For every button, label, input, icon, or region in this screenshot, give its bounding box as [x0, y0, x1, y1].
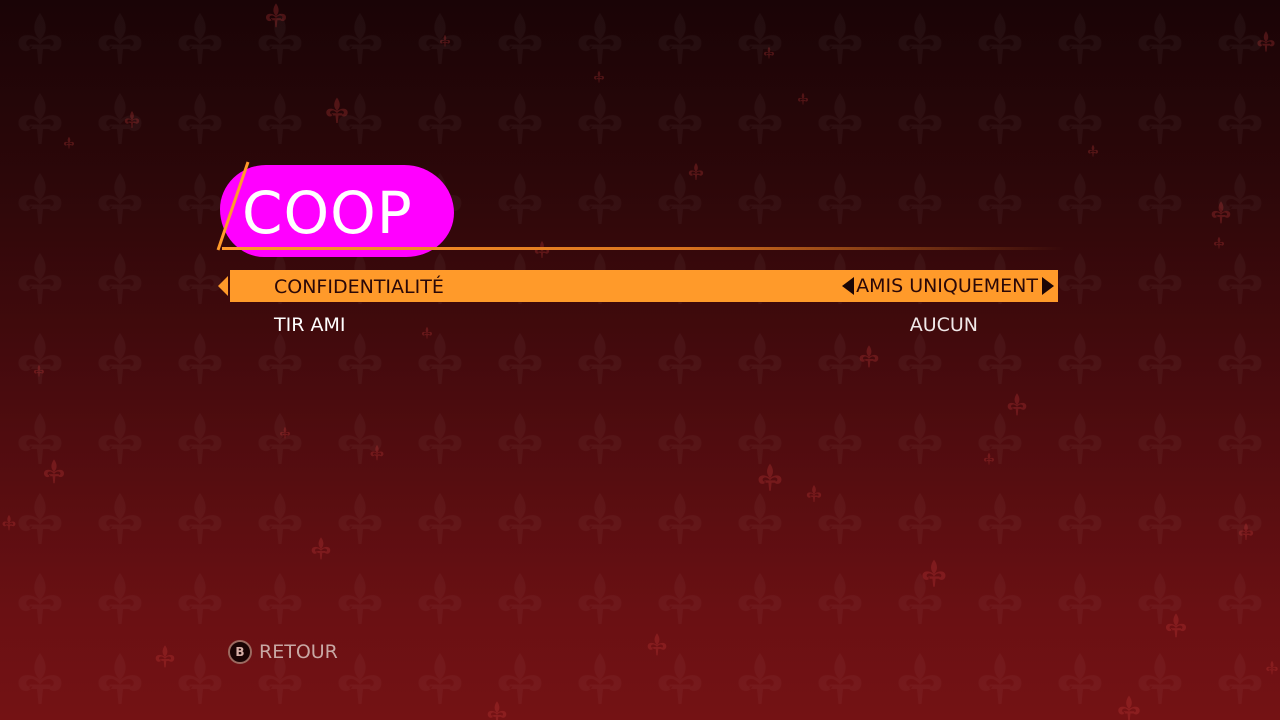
arrow-right-icon[interactable]: [1042, 277, 1054, 295]
b-button-icon: B: [228, 640, 252, 664]
selection-marker-icon: [218, 270, 234, 302]
setting-label: CONFIDENTIALITÉ: [274, 276, 444, 298]
page-title: COOP: [242, 179, 413, 247]
arrow-left-icon[interactable]: [842, 277, 855, 295]
menu-header: COOP: [214, 160, 1064, 260]
title-underline: [222, 247, 1064, 250]
settings-list: CONFIDENTIALITÉ AMIS UNIQUEMENT TIR AMI …: [216, 270, 1058, 346]
privacy-value-selector[interactable]: AMIS UNIQUEMENT: [842, 270, 1054, 302]
back-button[interactable]: B RETOUR: [228, 640, 338, 664]
back-label: RETOUR: [259, 641, 338, 663]
setting-row-friendly-fire[interactable]: TIR AMI AUCUN: [216, 308, 1058, 340]
setting-value: AUCUN: [909, 314, 978, 336]
setting-label: TIR AMI: [274, 314, 346, 336]
setting-value: AMIS UNIQUEMENT: [856, 275, 1038, 297]
fleur-de-lis-pattern-background: [0, 0, 1280, 720]
setting-row-privacy[interactable]: CONFIDENTIALITÉ AMIS UNIQUEMENT: [216, 270, 1058, 302]
